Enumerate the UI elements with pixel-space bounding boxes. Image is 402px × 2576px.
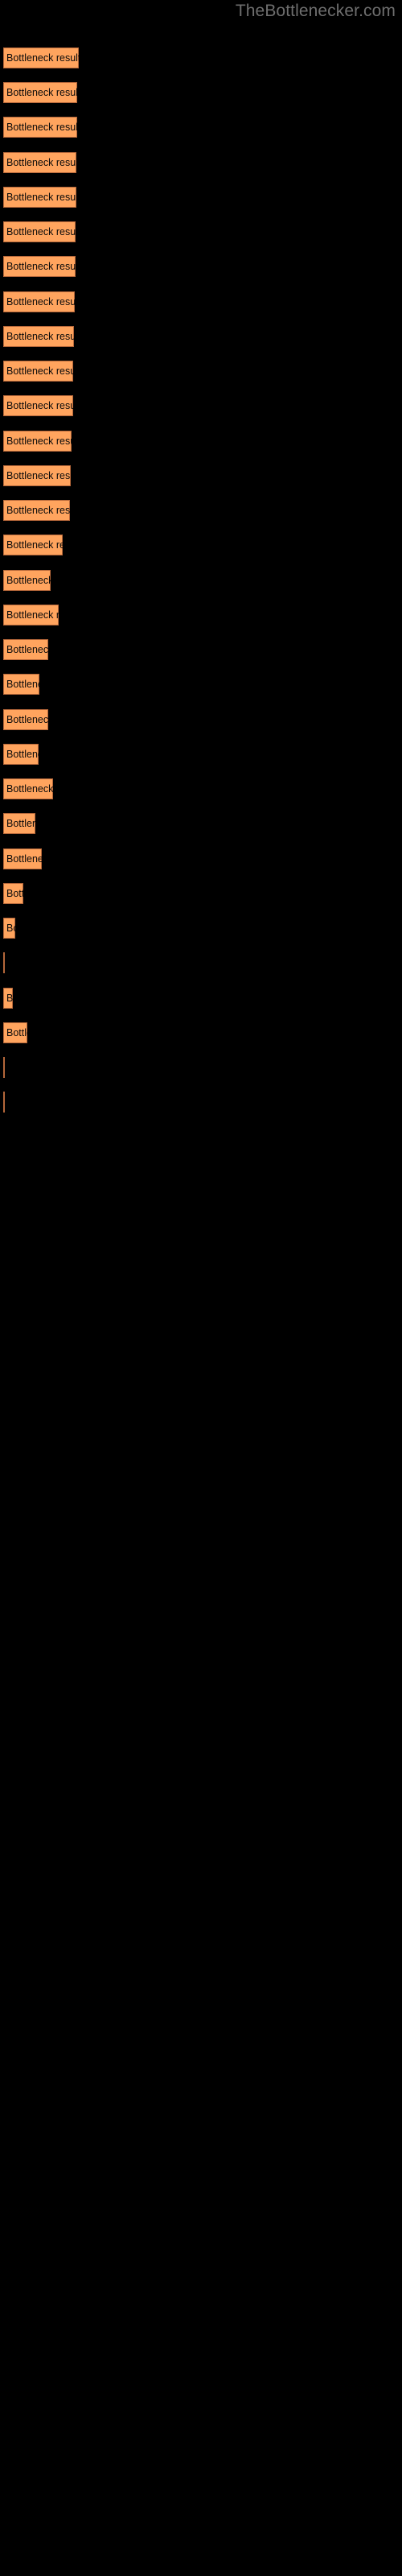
bar-row: Bottleneck result [3, 361, 73, 382]
bar-label-clip: Bottleneck result [3, 1022, 27, 1043]
bar-label: Bottleneck result [6, 539, 63, 551]
bar-label: Bottleneck result [6, 644, 48, 655]
bar-label-clip: Bottleneck result [3, 291, 75, 312]
bar-label: Bottleneck result [6, 400, 73, 411]
bar-label-clip: Bottleneck result [3, 47, 79, 68]
bar-label-clip: Bottleneck result [3, 988, 13, 1009]
bar-row: Bottleneck result [3, 883, 23, 904]
bar-label-clip: Bottleneck result [3, 709, 48, 730]
bar-label: Bottleneck result [6, 783, 53, 795]
bar-label-clip: Bottleneck result [3, 778, 53, 799]
bar-row: Bottleneck result [3, 431, 72, 452]
bar-label-clip: Bottleneck result [3, 1057, 5, 1078]
bar-label-clip: Bottleneck result [3, 1092, 5, 1113]
bar-row: Bottleneck result [3, 152, 76, 173]
bar-row: Bottleneck result [3, 605, 59, 625]
bar-row: Bottleneck result [3, 813, 35, 834]
bar-label: Bottleneck result [6, 226, 76, 237]
bar-label: Bottleneck result [6, 575, 51, 586]
bar-label-clip: Bottleneck result [3, 535, 63, 555]
bar-label-clip: Bottleneck result [3, 431, 72, 452]
bar-label-clip: Bottleneck result [3, 500, 70, 521]
bar-label: Bottleneck result [6, 993, 13, 1004]
bar-label-clip: Bottleneck result [3, 117, 77, 138]
bar-label-clip: Bottleneck result [3, 82, 77, 103]
bar-label-clip: Bottleneck result [3, 744, 39, 765]
bar-label-clip: Bottleneck result [3, 152, 76, 173]
bar-row: Bottleneck result [3, 326, 74, 347]
bar-label: Bottleneck result [6, 505, 70, 516]
bar-label: Bottleneck result [6, 87, 77, 98]
bar-label: Bottleneck result [6, 714, 48, 725]
bar-label-clip: Bottleneck result [3, 326, 74, 347]
bar-label-clip: Bottleneck result [3, 570, 51, 591]
bar-label-clip: Bottleneck result [3, 952, 5, 973]
bar-label-clip: Bottleneck result [3, 918, 15, 939]
bar-row: Bottleneck result [3, 570, 51, 591]
bar-label: Bottleneck result [6, 436, 72, 447]
bar-row: Bottleneck result [3, 535, 63, 555]
bar-label: Bottleneck result [6, 52, 79, 64]
bar-label-clip: Bottleneck result [3, 883, 23, 904]
bar-label: Bottleneck result [6, 888, 23, 899]
bar-row: Bottleneck result [3, 1057, 5, 1078]
bar-label-clip: Bottleneck result [3, 221, 76, 242]
bar-label: Bottleneck result [6, 296, 75, 308]
bar-label: Bottleneck result [6, 679, 39, 690]
bottleneck-chart: TheBottlenecker.com Bottleneck result Bot… [0, 0, 402, 2576]
bar-label-clip: Bottleneck result [3, 187, 76, 208]
bar-label-clip: Bottleneck result [3, 256, 76, 277]
bar-row: Bottleneck result [3, 639, 48, 660]
bar-row: Bottleneck result [3, 848, 42, 869]
bar-label-clip: Bottleneck result [3, 674, 39, 695]
bar-label: Bottleneck result [6, 853, 42, 865]
bar-label-clip: Bottleneck result [3, 465, 71, 486]
bar-row: Bottleneck result [3, 709, 48, 730]
bar-row: Bottleneck result [3, 988, 13, 1009]
bar-label: Bottleneck result [6, 818, 35, 829]
bar-row: Bottleneck result [3, 82, 77, 103]
bar-row: Bottleneck result [3, 187, 76, 208]
bar-row: Bottleneck result [3, 952, 5, 973]
bar-row: Bottleneck result [3, 1092, 5, 1113]
bar-label-clip: Bottleneck result [3, 848, 42, 869]
bar-label-clip: Bottleneck result [3, 813, 35, 834]
bar-row: Bottleneck result [3, 117, 77, 138]
bar-row: Bottleneck result [3, 1022, 27, 1043]
bar-series: Bottleneck result Bottleneck result Bottle… [0, 0, 402, 2576]
bar-label-clip: Bottleneck result [3, 395, 73, 416]
bar-label: Bottleneck result [6, 749, 39, 760]
bar-row: Bottleneck result [3, 47, 79, 68]
bar-label: Bottleneck result [6, 609, 59, 621]
bar-row: Bottleneck result [3, 778, 53, 799]
bar-label: Bottleneck result [6, 470, 71, 481]
bar-label: Bottleneck result [6, 331, 74, 342]
bar-label: Bottleneck result [6, 923, 15, 934]
bar-label: Bottleneck result [6, 261, 76, 272]
bar-row: Bottleneck result [3, 291, 75, 312]
bar-row: Bottleneck result [3, 744, 39, 765]
bar-label: Bottleneck result [6, 122, 77, 133]
bar-label: Bottleneck result [6, 157, 76, 168]
bar-label: Bottleneck result [6, 1027, 27, 1038]
bar-label-clip: Bottleneck result [3, 639, 48, 660]
bar-row: Bottleneck result [3, 918, 15, 939]
bar-label-clip: Bottleneck result [3, 605, 59, 625]
bar-label-clip: Bottleneck result [3, 361, 73, 382]
bar-row: Bottleneck result [3, 221, 76, 242]
bar-row: Bottleneck result [3, 500, 70, 521]
bar-label: Bottleneck result [6, 365, 73, 377]
bar-row: Bottleneck result [3, 395, 73, 416]
bar-row: Bottleneck result [3, 465, 71, 486]
bar-label: Bottleneck result [6, 192, 76, 203]
bar-row: Bottleneck result [3, 674, 39, 695]
bar-row: Bottleneck result [3, 256, 76, 277]
